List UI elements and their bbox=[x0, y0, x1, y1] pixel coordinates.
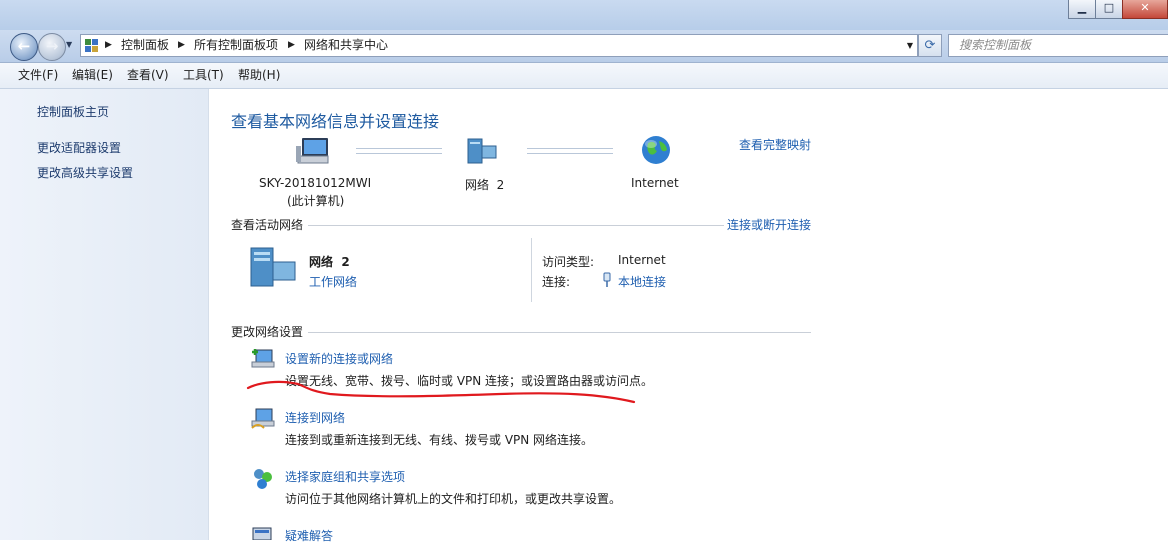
maximize-button[interactable]: □ bbox=[1095, 0, 1123, 19]
section-divider bbox=[308, 225, 724, 226]
close-icon: ✕ bbox=[1140, 1, 1150, 14]
close-button[interactable]: ✕ bbox=[1122, 0, 1168, 19]
control-panel-icon bbox=[85, 39, 98, 52]
connect-network-icon bbox=[251, 408, 275, 429]
sidebar-item-adapter-settings[interactable]: 更改适配器设置 bbox=[37, 139, 121, 156]
column-divider bbox=[531, 238, 532, 302]
breadcrumb-all-items[interactable]: 所有控制面板项 bbox=[194, 35, 278, 56]
internet-label: Internet bbox=[631, 176, 679, 190]
window-controls: ▁ □ ✕ bbox=[1068, 0, 1168, 20]
sidebar-item-control-panel-home[interactable]: 控制面板主页 bbox=[37, 103, 109, 120]
forward-arrow-icon: → bbox=[45, 37, 59, 55]
forward-button[interactable]: → bbox=[38, 33, 66, 61]
breadcrumb-control-panel[interactable]: 控制面板 bbox=[121, 35, 169, 56]
minimize-button[interactable]: ▁ bbox=[1068, 0, 1096, 19]
page-title: 查看基本网络信息并设置连接 bbox=[231, 112, 440, 131]
internet-globe-icon[interactable] bbox=[640, 134, 672, 166]
menu-file[interactable]: 文件(F) bbox=[18, 63, 58, 88]
menu-tools[interactable]: 工具(T) bbox=[183, 63, 224, 88]
task-new-connection-link[interactable]: 设置新的连接或网络 bbox=[285, 350, 393, 367]
refresh-button[interactable]: ⟳ bbox=[918, 34, 942, 57]
access-type-value: Internet bbox=[618, 253, 666, 267]
troubleshoot-icon bbox=[252, 527, 272, 540]
title-bar bbox=[0, 0, 1168, 30]
network-icon[interactable] bbox=[466, 136, 500, 166]
back-arrow-icon: ← bbox=[17, 37, 31, 55]
back-button[interactable]: ← bbox=[10, 33, 38, 61]
homegroup-icon bbox=[254, 469, 272, 489]
search-input[interactable]: 搜索控制面板 bbox=[948, 34, 1168, 57]
network-type-link[interactable]: 工作网络 bbox=[309, 273, 357, 290]
connect-disconnect-link[interactable]: 连接或断开连接 bbox=[727, 216, 811, 233]
task-homegroup-link[interactable]: 选择家庭组和共享选项 bbox=[285, 468, 405, 485]
address-dropdown-icon[interactable]: ▼ bbox=[907, 35, 913, 56]
change-settings-heading: 更改网络设置 bbox=[231, 325, 304, 339]
search-placeholder: 搜索控制面板 bbox=[959, 38, 1032, 52]
task-pane bbox=[0, 89, 209, 540]
map-connector-line bbox=[356, 148, 442, 154]
address-bar[interactable]: ▶ 控制面板 ▶ 所有控制面板项 ▶ 网络和共享中心 ▼ bbox=[80, 34, 918, 57]
recent-pages-dropdown-icon[interactable]: ▼ bbox=[66, 40, 72, 49]
menu-help[interactable]: 帮助(H) bbox=[238, 63, 280, 88]
breadcrumb-separator-icon[interactable]: ▶ bbox=[288, 35, 295, 56]
refresh-icon: ⟳ bbox=[924, 38, 936, 53]
computer-icon[interactable] bbox=[296, 136, 332, 166]
new-connection-icon bbox=[251, 349, 275, 368]
ethernet-plug-icon bbox=[603, 272, 611, 287]
task-homegroup-desc: 访问位于其他网络计算机上的文件和打印机，或更改共享设置。 bbox=[285, 492, 622, 506]
breadcrumb-network-center[interactable]: 网络和共享中心 bbox=[304, 35, 388, 56]
menu-bar bbox=[0, 63, 1168, 89]
section-divider bbox=[308, 332, 811, 333]
task-connect-network-desc: 连接到或重新连接到无线、有线、拨号或 VPN 网络连接。 bbox=[285, 433, 594, 447]
active-network-name: 网络 2 bbox=[309, 255, 350, 269]
full-map-link[interactable]: 查看完整映射 bbox=[739, 136, 811, 153]
connection-label: 连接: bbox=[542, 275, 571, 289]
breadcrumb-separator-icon[interactable]: ▶ bbox=[105, 35, 112, 56]
menu-edit[interactable]: 编辑(E) bbox=[72, 63, 113, 88]
access-type-label: 访问类型: bbox=[542, 255, 595, 269]
local-connection-link[interactable]: 本地连接 bbox=[618, 273, 666, 290]
breadcrumb-separator-icon[interactable]: ▶ bbox=[178, 35, 185, 56]
network-name: 网络 2 bbox=[465, 178, 505, 192]
task-connect-network-link[interactable]: 连接到网络 bbox=[285, 409, 345, 426]
red-underline-annotation bbox=[246, 380, 636, 404]
sidebar-item-advanced-sharing[interactable]: 更改高级共享设置 bbox=[37, 164, 133, 181]
minimize-icon: ▁ bbox=[1077, 1, 1087, 14]
active-networks-heading: 查看活动网络 bbox=[231, 218, 304, 232]
computer-sub-label: (此计算机) bbox=[287, 194, 345, 208]
task-troubleshoot-link[interactable]: 疑难解答 bbox=[285, 527, 333, 544]
map-connector-line bbox=[527, 148, 613, 154]
computer-name: SKY-20181012MWI bbox=[259, 176, 372, 190]
menu-view[interactable]: 查看(V) bbox=[127, 63, 169, 88]
work-network-icon bbox=[250, 247, 296, 287]
maximize-icon: □ bbox=[1103, 1, 1115, 14]
